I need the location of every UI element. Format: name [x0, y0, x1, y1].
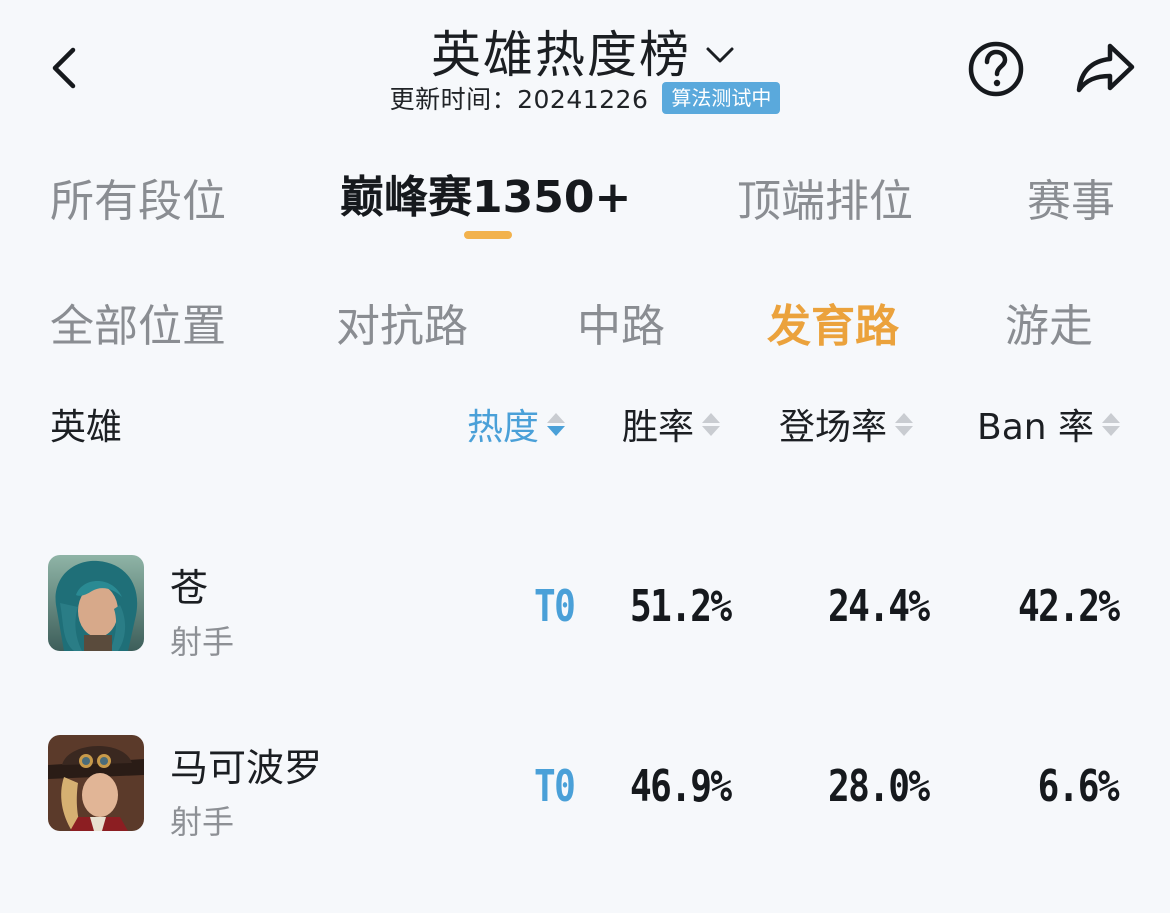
question-circle-icon: [968, 41, 1024, 97]
tab-all-positions[interactable]: 全部位置: [50, 290, 226, 354]
column-win-rate-label: 胜率: [622, 407, 695, 448]
page-title[interactable]: 英雄热度榜: [431, 22, 691, 88]
hero-ban-rate: 42.2%: [1017, 581, 1120, 632]
active-tab-indicator: [464, 231, 512, 239]
hero-name: 苍: [170, 566, 209, 610]
tab-farm-lane[interactable]: 发育路: [767, 290, 899, 354]
tab-clash-lane[interactable]: 对抗路: [336, 290, 468, 354]
column-ban-rate-sort[interactable]: Ban 率: [977, 398, 1121, 450]
title-dropdown-chevron-icon[interactable]: [705, 40, 739, 70]
table-header: 英雄 热度 胜率 登场率 Ban 率: [0, 398, 1170, 448]
hero-role: 射手: [170, 623, 235, 661]
hero-pick-rate: 24.4%: [827, 581, 930, 632]
share-arrow-icon: [1076, 43, 1135, 93]
tab-all-ranks[interactable]: 所有段位: [50, 165, 226, 229]
sort-arrows-icon: [702, 412, 721, 436]
tab-mid-lane[interactable]: 中路: [577, 290, 665, 354]
hero-tier: T0: [534, 761, 576, 812]
tab-roam[interactable]: 游走: [1005, 290, 1093, 354]
update-time-text: 更新时间：20241226: [389, 85, 649, 114]
hero-win-rate: 46.9%: [629, 761, 732, 812]
position-tabs: 全部位置 对抗路 中路 发育路 游走: [0, 290, 1170, 352]
column-pick-rate-sort[interactable]: 登场率: [779, 398, 914, 450]
hero-row[interactable]: 苍 射手 T0 51.2% 24.4% 42.2%: [0, 555, 1170, 675]
column-ban-rate-label: Ban 率: [977, 407, 1095, 448]
sort-arrows-icon: [1102, 412, 1121, 436]
sort-arrows-icon: [895, 412, 914, 436]
hero-name: 马可波罗: [170, 746, 323, 790]
hero-pick-rate: 28.0%: [827, 761, 930, 812]
algorithm-testing-badge: 算法测试中: [662, 82, 781, 114]
hero-avatar: [48, 555, 144, 651]
column-heat-label: 热度: [467, 407, 540, 448]
hero-win-rate: 51.2%: [629, 581, 732, 632]
column-heat-sort[interactable]: 热度: [467, 398, 566, 450]
column-hero: 英雄: [50, 407, 123, 448]
hero-ban-rate: 6.6%: [1037, 761, 1120, 812]
tab-tournament[interactable]: 赛事: [1027, 165, 1115, 229]
sort-arrows-icon: [547, 412, 566, 436]
tab-peak-1350[interactable]: 巅峰赛1350+: [340, 161, 631, 225]
share-button[interactable]: [1074, 40, 1136, 98]
hero-tier: T0: [534, 581, 576, 632]
rank-tabs: 所有段位 巅峰赛1350+ 顶端排位 赛事: [0, 165, 1170, 245]
column-pick-rate-label: 登场率: [779, 407, 888, 448]
hero-heat-ranking-page: 英雄热度榜 更新时间：20241226 算法测试中 所有段位 巅峰赛1350+ …: [0, 0, 1170, 913]
help-button[interactable]: [966, 39, 1026, 99]
hero-avatar: [48, 735, 144, 831]
tab-top-ranked[interactable]: 顶端排位: [737, 165, 913, 229]
hero-row[interactable]: 马可波罗 射手 T0 46.9% 28.0% 6.6%: [0, 735, 1170, 855]
hero-role: 射手: [170, 803, 235, 841]
column-win-rate-sort[interactable]: 胜率: [622, 398, 721, 450]
